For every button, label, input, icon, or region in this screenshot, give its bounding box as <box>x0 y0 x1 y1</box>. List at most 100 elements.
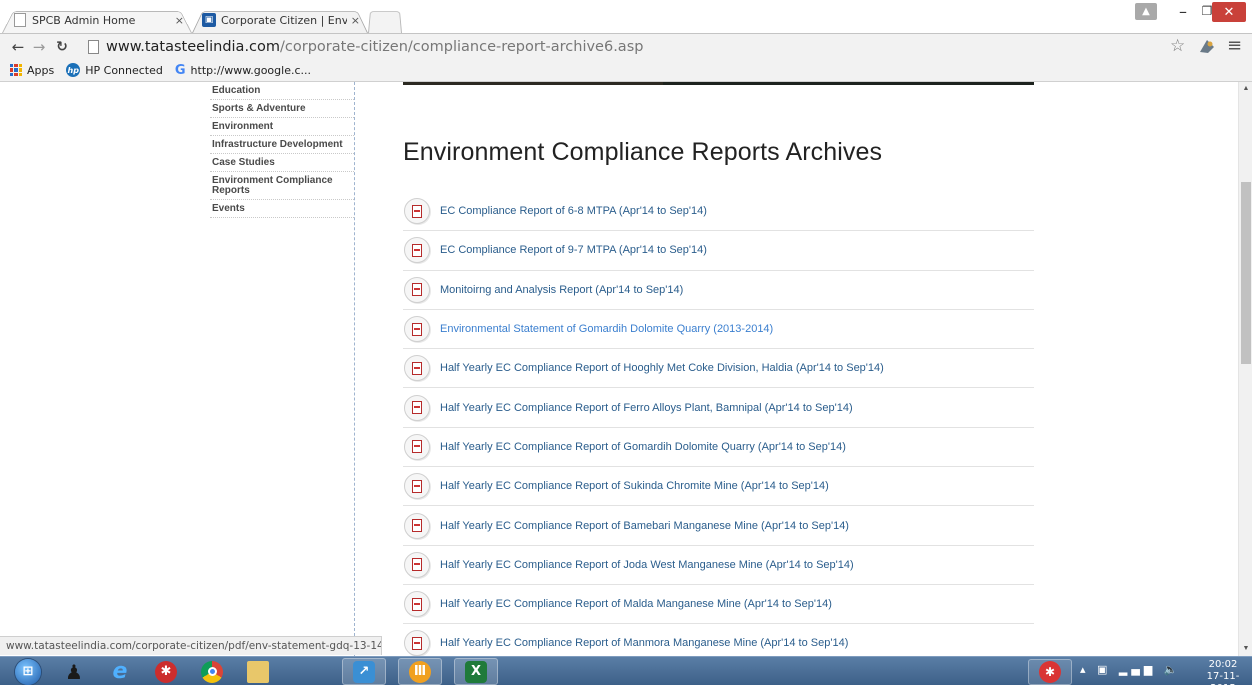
report-row: Half Yearly EC Compliance Report of Mald… <box>403 585 1034 625</box>
scrollbar-thumb[interactable] <box>1241 182 1251 364</box>
bookmark-star-icon[interactable]: ☆ <box>1170 36 1185 56</box>
pdf-icon[interactable] <box>404 198 430 225</box>
tab-title: Corporate Citizen | Enviro <box>221 13 347 27</box>
report-link[interactable]: Half Yearly EC Compliance Report of Goma… <box>440 441 846 453</box>
taskbar-clock[interactable]: 20:02 17-11-2015 <box>1198 659 1248 685</box>
pdf-icon[interactable] <box>404 591 430 618</box>
pdf-icon[interactable] <box>404 630 430 656</box>
excel-icon: X <box>465 660 487 683</box>
chrome-icon <box>201 660 223 683</box>
report-row: Half Yearly EC Compliance Report of Bame… <box>403 506 1034 546</box>
browser-titlebar: SPCB Admin Home × ▣ Corporate Citizen | … <box>0 0 1252 33</box>
system-tray-icons[interactable]: ▴ ▣ ▂▄▆ 🔈 <box>1080 663 1181 676</box>
browser-toolbar: ← → ↻ www.tatasteelindia.com/corporate-c… <box>0 33 1252 59</box>
orange-app-icon: Ⅲ <box>409 660 431 683</box>
minimize-window-icon[interactable]: – <box>1172 0 1194 22</box>
bookmark-apps[interactable]: Apps <box>10 64 54 77</box>
taskbar-internet-explorer[interactable]: e <box>98 658 142 685</box>
forward-arrow-icon[interactable]: → <box>29 36 49 58</box>
bookmarks-bar: Apps hp HP Connected G http://www.google… <box>0 59 1252 82</box>
user-profile-icon[interactable]: ▲ <box>1135 3 1157 20</box>
sidebar-item-events[interactable]: Events <box>210 200 354 218</box>
windows-logo-icon: ⊞ <box>15 658 41 685</box>
report-row: Half Yearly EC Compliance Report of Ferr… <box>403 388 1034 428</box>
running-app-icon: ↗ <box>353 660 375 683</box>
link-status-bubble: www.tatasteelindia.com/corporate-citizen… <box>0 636 382 655</box>
bookmark-hp-connected[interactable]: hp HP Connected <box>66 63 163 77</box>
report-row: Environmental Statement of Gomardih Dolo… <box>403 310 1034 350</box>
bookmark-label: HP Connected <box>85 63 163 77</box>
report-link[interactable]: EC Compliance Report of 6-8 MTPA (Apr'14… <box>440 205 707 217</box>
reload-icon[interactable]: ↻ <box>52 36 72 58</box>
address-bar[interactable]: www.tatasteelindia.com/corporate-citizen… <box>88 36 1198 58</box>
pdf-icon[interactable] <box>404 512 430 539</box>
pdf-icon[interactable] <box>404 276 430 303</box>
back-arrow-icon[interactable]: ← <box>8 36 28 58</box>
pdf-icon[interactable] <box>404 237 430 264</box>
report-link[interactable]: Half Yearly EC Compliance Report of Mald… <box>440 598 832 610</box>
pdf-icon[interactable] <box>404 355 430 382</box>
report-row: Half Yearly EC Compliance Report of Goma… <box>403 428 1034 468</box>
clock-date: 17-11-2015 <box>1206 671 1240 685</box>
url-host: www.tatasteelindia.com <box>106 39 281 55</box>
sidebar-item-sports-adventure[interactable]: Sports & Adventure <box>210 100 354 118</box>
bookmark-google[interactable]: G http://www.google.c... <box>175 63 311 78</box>
windows-taskbar: ⊞ ♟ e ✱ ↗ Ⅲ X ✱ ▴ ▣ ▂▄▆ 🔈 20:02 17-11-20… <box>0 656 1252 685</box>
close-tab-icon[interactable]: × <box>351 14 360 27</box>
report-row: Half Yearly EC Compliance Report of Suki… <box>403 467 1034 507</box>
report-row: Half Yearly EC Compliance Report of Manm… <box>403 624 1034 656</box>
sidebar-item-infrastructure-development[interactable]: Infrastructure Development <box>210 136 354 154</box>
scroll-down-arrow-icon[interactable]: ▼ <box>1239 642 1252 656</box>
pdf-icon[interactable] <box>404 551 430 578</box>
pdf-icon[interactable] <box>404 316 430 343</box>
report-link[interactable]: Half Yearly EC Compliance Report of Hoog… <box>440 362 884 374</box>
new-tab-button[interactable] <box>368 7 402 33</box>
report-link[interactable]: Half Yearly EC Compliance Report of Ferr… <box>440 402 853 414</box>
taskbar-running-app[interactable]: ↗ <box>342 658 386 685</box>
close-tab-icon[interactable]: × <box>175 14 184 27</box>
taskbar-excel[interactable]: X <box>454 658 498 685</box>
taskbar-app-red[interactable]: ✱ <box>144 658 188 685</box>
google-icon: G <box>174 62 186 78</box>
hp-icon: hp <box>66 63 81 77</box>
red-circle-app-icon: ✱ <box>155 660 177 683</box>
sidebar-item-environment-compliance-reports[interactable]: Environment Compliance Reports <box>210 172 354 200</box>
scroll-up-arrow-icon[interactable]: ▲ <box>1239 82 1252 96</box>
sidebar-item-case-studies[interactable]: Case Studies <box>210 154 354 172</box>
taskbar-file-explorer[interactable] <box>236 658 280 685</box>
sidebar-item-environment[interactable]: Environment <box>210 118 354 136</box>
report-link[interactable]: EC Compliance Report of 9-7 MTPA (Apr'14… <box>440 244 707 256</box>
clock-time: 20:02 <box>1208 659 1238 670</box>
chrome-menu-icon[interactable]: ≡ <box>1227 35 1242 56</box>
sidebar-item-education[interactable]: Education <box>210 82 354 100</box>
bookmark-label: http://www.google.c... <box>190 63 312 77</box>
report-link[interactable]: Environmental Statement of Gomardih Dolo… <box>440 323 773 335</box>
tab-title: SPCB Admin Home <box>32 13 136 27</box>
report-row: EC Compliance Report of 6-8 MTPA (Apr'14… <box>403 192 1034 232</box>
extension-icon[interactable] <box>1198 38 1216 55</box>
tab-spcb-admin-home[interactable]: SPCB Admin Home × <box>2 7 192 33</box>
pdf-icon[interactable] <box>404 473 430 500</box>
pdf-icon[interactable] <box>404 433 430 460</box>
tab-corporate-citizen[interactable]: ▣ Corporate Citizen | Enviro × <box>192 7 368 33</box>
taskbar-chrome[interactable] <box>190 658 234 685</box>
page-info-icon[interactable] <box>88 40 99 54</box>
page-scrollbar[interactable]: ▲ ▼ <box>1238 82 1252 656</box>
start-button[interactable]: ⊞ <box>6 658 50 685</box>
close-window-icon[interactable]: ✕ <box>1212 2 1246 22</box>
banner-image-edge <box>403 82 1034 85</box>
report-link[interactable]: Half Yearly EC Compliance Report of Joda… <box>440 559 854 571</box>
folder-icon <box>247 660 269 683</box>
page-title: Environment Compliance Reports Archives <box>403 138 883 166</box>
column-divider <box>354 82 355 656</box>
report-link[interactable]: Half Yearly EC Compliance Report of Bame… <box>440 520 849 532</box>
taskbar-running-app-orange[interactable]: Ⅲ <box>398 658 442 685</box>
report-link[interactable]: Half Yearly EC Compliance Report of Suki… <box>440 480 829 492</box>
taskbar-user-app[interactable]: ♟ <box>52 658 96 685</box>
report-link[interactable]: Monitoirng and Analysis Report (Apr'14 t… <box>440 284 683 296</box>
pdf-icon[interactable] <box>404 394 430 421</box>
report-link[interactable]: Half Yearly EC Compliance Report of Manm… <box>440 637 848 649</box>
report-list: EC Compliance Report of 6-8 MTPA (Apr'14… <box>403 192 1034 656</box>
tray-app-badge[interactable]: ✱ <box>1028 659 1072 685</box>
report-row: EC Compliance Report of 9-7 MTPA (Apr'14… <box>403 231 1034 271</box>
